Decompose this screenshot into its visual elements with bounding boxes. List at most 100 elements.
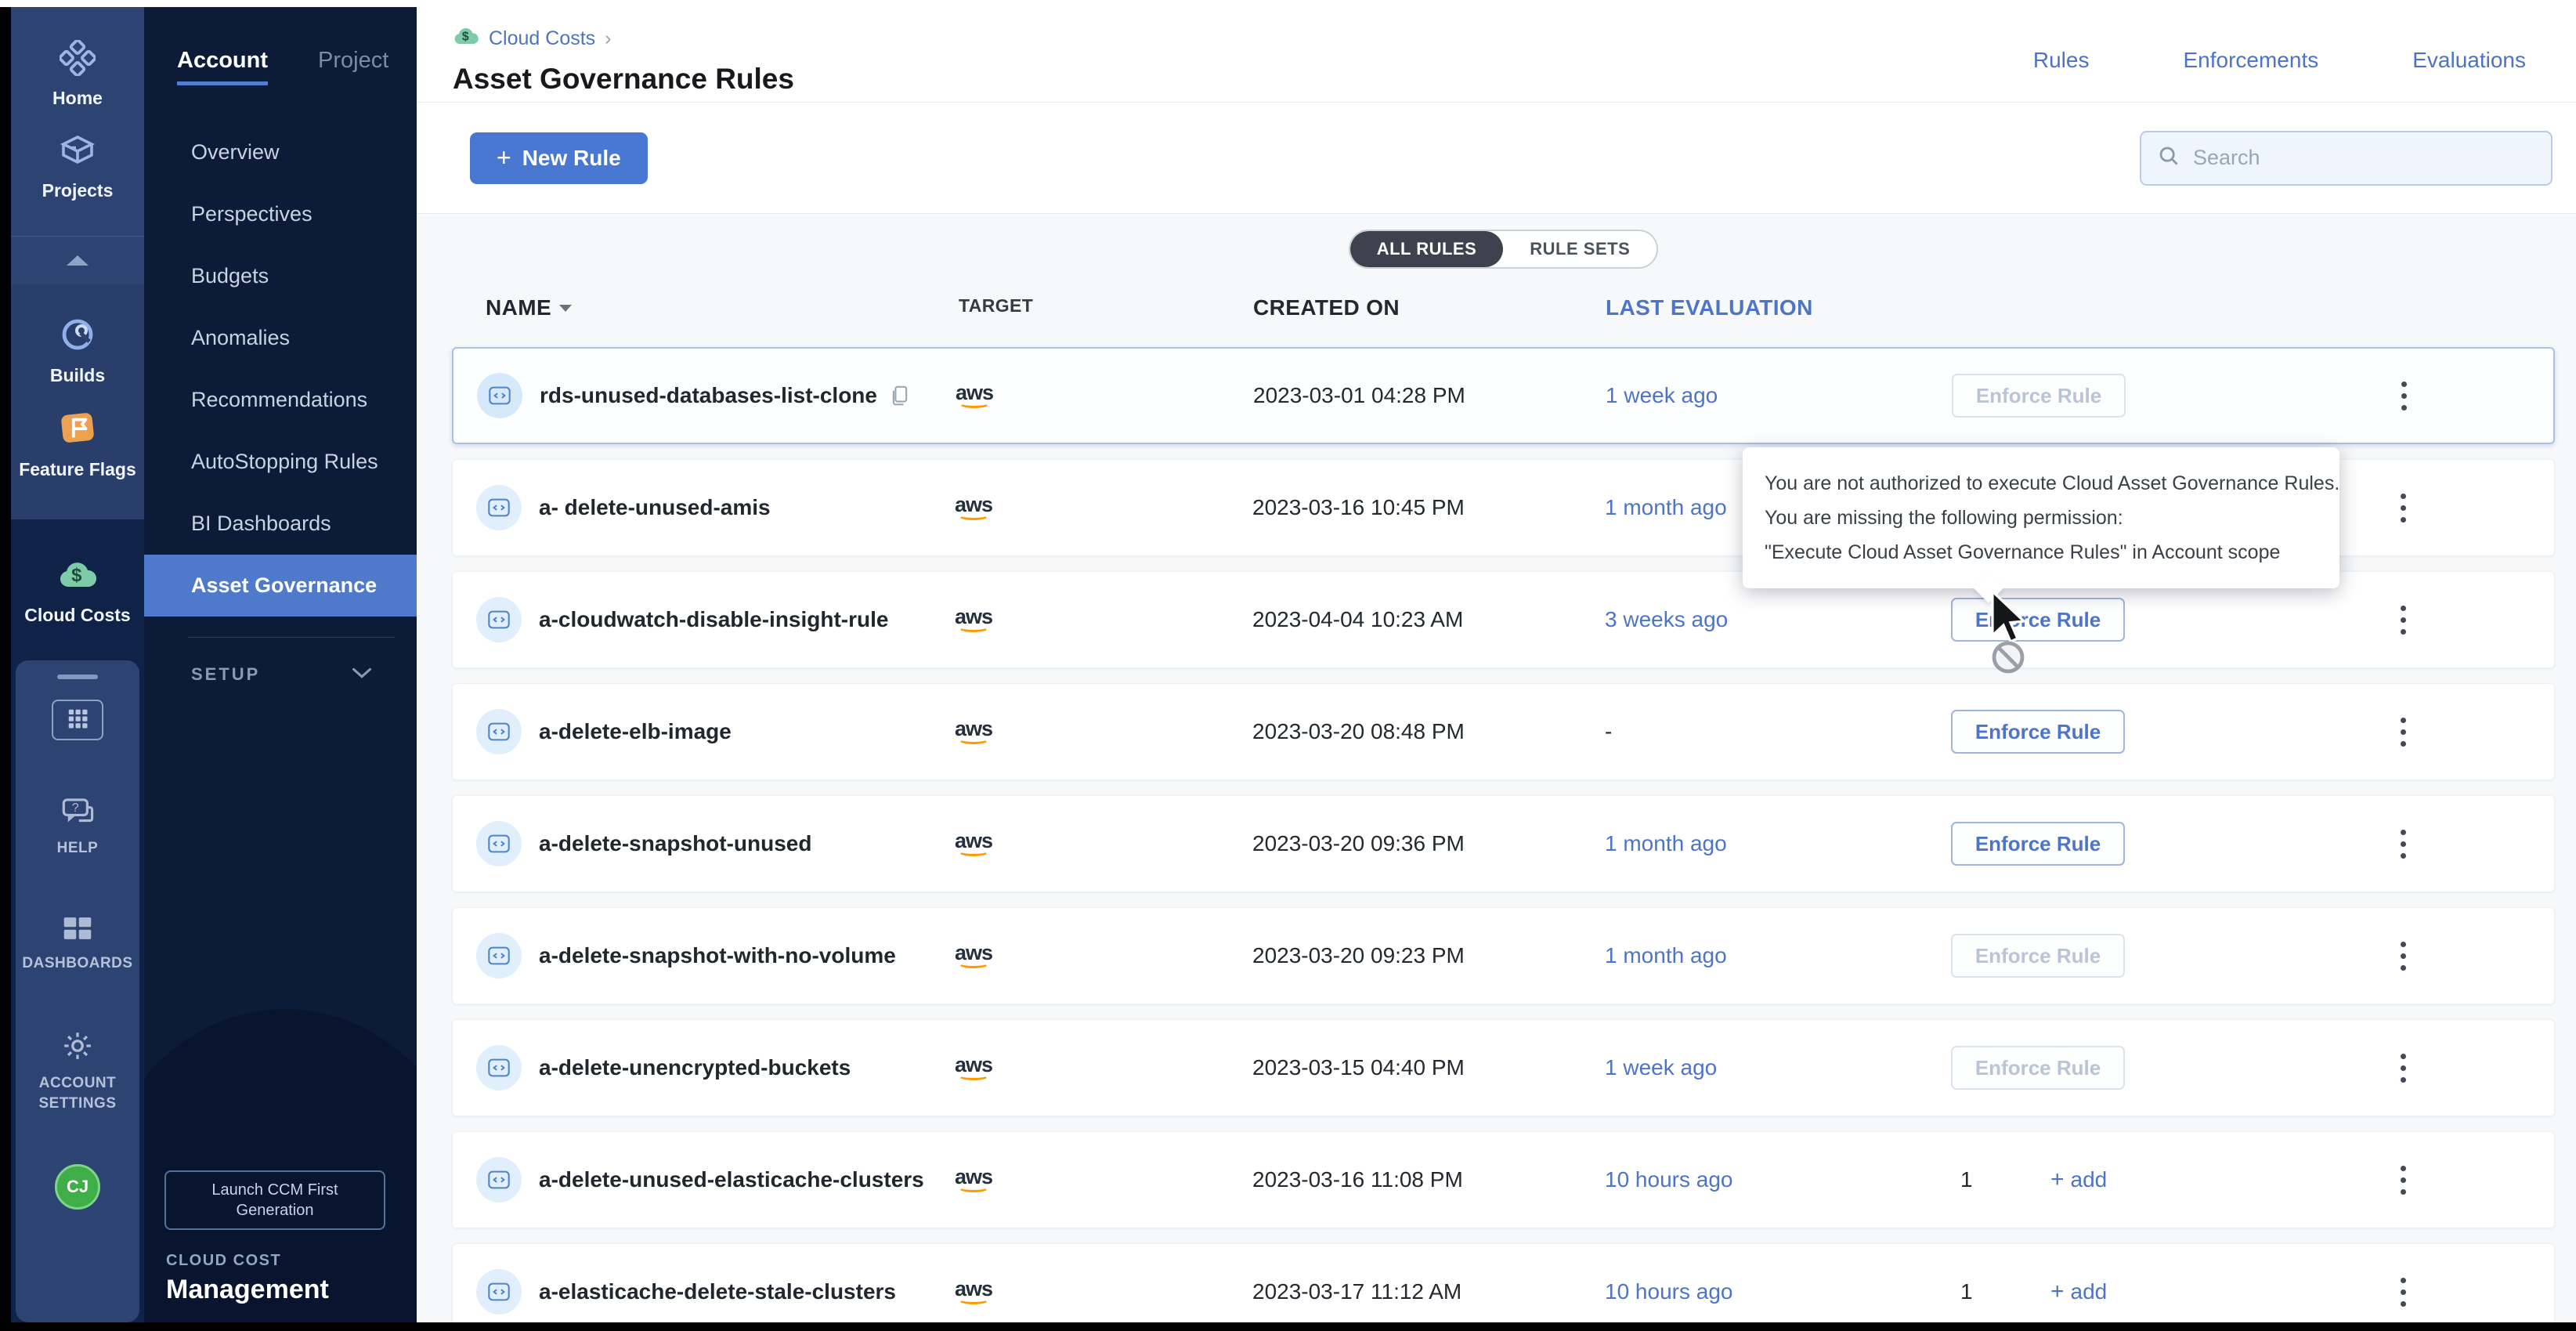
row-menu-button[interactable] (2386, 1155, 2420, 1205)
rule-name[interactable]: a-delete-elb-image (539, 719, 732, 744)
rule-name-text: a-delete-snapshot-unused (539, 831, 811, 856)
row-menu-button[interactable] (2386, 931, 2420, 981)
aws-target-logo: aws (955, 943, 992, 968)
sidebar-item-help[interactable]: ? HELP (57, 795, 99, 859)
enforce-rule-button[interactable]: Enforce Rule (1951, 598, 2125, 642)
last-evaluation-link[interactable]: 1 month ago (1605, 831, 1727, 856)
table-row[interactable]: a-delete-snapshot-with-no-volume aws 202… (452, 907, 2555, 1004)
row-menu-button[interactable] (2386, 1043, 2420, 1093)
sidebar-item-budgets[interactable]: Budgets (144, 245, 417, 307)
last-evaluation-link[interactable]: 10 hours ago (1605, 1167, 1732, 1192)
sidebar-item-setup[interactable]: SETUP (144, 638, 417, 685)
search-input[interactable] (2193, 146, 2535, 170)
toggle-rule-sets[interactable]: RULE SETS (1503, 231, 1657, 267)
module-sidebar: Account Project OverviewPerspectivesBudg… (144, 7, 417, 1322)
sidebar-item-asset-governance[interactable]: Asset Governance (144, 555, 417, 617)
breadcrumb-link[interactable]: Cloud Costs (489, 27, 595, 50)
sidebar-item-projects[interactable]: Projects (11, 120, 144, 212)
row-menu-button[interactable] (2386, 371, 2421, 421)
row-menu-button[interactable] (2386, 595, 2420, 645)
table-row[interactable]: a-elasticache-delete-stale-clusters aws … (452, 1243, 2555, 1322)
link-evaluations[interactable]: Evaluations (2412, 48, 2526, 102)
rule-name[interactable]: a-delete-unused-elasticache-clusters (539, 1167, 924, 1192)
app: Home Projects Builds (11, 7, 2576, 1322)
enforce-rule-button[interactable]: Enforce Rule (1951, 710, 2125, 754)
tab-account[interactable]: Account (177, 48, 268, 85)
add-enforcement-link[interactable]: +add (2050, 1166, 2107, 1193)
sidebar-item-anomalies[interactable]: Anomalies (144, 307, 417, 369)
sidebar-item-label: Builds (50, 365, 105, 386)
link-enforcements[interactable]: Enforcements (2183, 48, 2318, 102)
builds-icon (59, 316, 96, 357)
rule-name[interactable]: rds-unused-databases-list-clone (540, 383, 910, 408)
aws-smile (958, 959, 989, 968)
setup-label: SETUP (191, 664, 260, 685)
scope-tabs: Account Project (144, 7, 417, 85)
sidebar-item-dashboards[interactable]: DASHBOARDS (22, 913, 132, 974)
rule-name[interactable]: a-delete-snapshot-with-no-volume (539, 943, 896, 968)
copy-icon[interactable] (890, 384, 910, 407)
column-name[interactable]: NAME (486, 295, 572, 320)
svg-text:?: ? (72, 801, 79, 815)
aws-target-logo: aws (955, 831, 992, 856)
rail-collapse-button[interactable] (11, 236, 144, 284)
last-evaluation-link[interactable]: 1 week ago (1605, 1055, 1717, 1080)
last-evaluation-link[interactable]: 1 month ago (1605, 495, 1727, 520)
column-created-on: CREATED ON (1253, 295, 1400, 320)
sidebar-item-label: DASHBOARDS (22, 953, 132, 974)
add-enforcement-link[interactable]: +add (2050, 1279, 2107, 1305)
table-row[interactable]: a-delete-elb-image aws 2023-03-20 08:48 … (452, 683, 2555, 780)
rule-name[interactable]: a-delete-snapshot-unused (539, 831, 811, 856)
rule-name[interactable]: a-elasticache-delete-stale-clusters (539, 1279, 896, 1304)
sidebar-item-account-settings[interactable]: ACCOUNT SETTINGS (16, 1029, 139, 1114)
sidebar-item-autostopping-rules[interactable]: AutoStopping Rules (144, 431, 417, 493)
toggle-all-rules[interactable]: ALL RULES (1350, 231, 1504, 267)
link-rules[interactable]: Rules (2033, 48, 2090, 102)
rule-name-text: a-delete-unused-elasticache-clusters (539, 1167, 924, 1192)
column-target: TARGET (959, 295, 1033, 316)
rule-name[interactable]: a-cloudwatch-disable-insight-rule (539, 607, 888, 632)
rule-name-text: a-elasticache-delete-stale-clusters (539, 1279, 896, 1304)
sidebar-item-recommendations[interactable]: Recommendations (144, 369, 417, 431)
rule-icon (476, 709, 522, 754)
sidebar-item-feature-flags[interactable]: Feature Flags (11, 397, 144, 491)
rail-group-top: Home Projects (11, 7, 144, 236)
created-on-value: 2023-03-16 11:08 PM (1252, 1167, 1463, 1192)
tab-project[interactable]: Project (318, 48, 388, 85)
sidebar-item-bi-dashboards[interactable]: BI Dashboards (144, 493, 417, 555)
sidebar-item-overview[interactable]: Overview (144, 121, 417, 183)
row-menu-button[interactable] (2386, 1267, 2420, 1317)
rail-active-module: $ Cloud Costs (11, 519, 144, 660)
table-row[interactable]: a-delete-unencrypted-buckets aws 2023-03… (452, 1019, 2555, 1116)
enforce-rule-button: Enforce Rule (1952, 374, 2126, 418)
aws-target-logo: aws (955, 607, 992, 632)
last-evaluation-link[interactable]: 10 hours ago (1605, 1279, 1732, 1304)
row-menu-button[interactable] (2386, 707, 2420, 757)
module-launcher-button[interactable] (52, 700, 103, 740)
sidebar-item-cloud-costs[interactable]: $ Cloud Costs (11, 548, 144, 637)
last-evaluation-link[interactable]: 1 week ago (1606, 383, 1718, 408)
enforce-rule-button[interactable]: Enforce Rule (1951, 822, 2125, 866)
rule-name[interactable]: a-delete-unencrypted-buckets (539, 1055, 851, 1080)
table-row[interactable]: a-delete-unused-elasticache-clusters aws… (452, 1131, 2555, 1228)
sidebar-item-builds[interactable]: Builds (11, 305, 144, 397)
rule-icon (477, 373, 522, 418)
rule-name[interactable]: a- delete-unused-amis (539, 495, 771, 520)
new-rule-label: New Rule (522, 146, 621, 171)
plus-icon: + (497, 143, 511, 172)
new-rule-button[interactable]: + New Rule (470, 132, 648, 184)
aws-smile (959, 399, 990, 408)
rule-name-text: a-delete-unencrypted-buckets (539, 1055, 851, 1080)
row-menu-button[interactable] (2386, 483, 2420, 533)
last-evaluation-link[interactable]: 1 month ago (1605, 943, 1727, 968)
cloud-costs-icon: $ (57, 559, 98, 597)
drag-handle[interactable] (57, 675, 98, 679)
last-evaluation-link[interactable]: 3 weeks ago (1605, 607, 1728, 632)
table-row[interactable]: rds-unused-databases-list-clone aws 2023… (452, 347, 2555, 444)
launch-ccm-first-gen-button[interactable]: Launch CCM First Generation (164, 1170, 385, 1230)
row-menu-button[interactable] (2386, 819, 2420, 869)
sidebar-item-home[interactable]: Home (11, 29, 144, 120)
user-avatar[interactable]: CJ (55, 1164, 100, 1210)
table-row[interactable]: a-delete-snapshot-unused aws 2023-03-20 … (452, 795, 2555, 892)
sidebar-item-perspectives[interactable]: Perspectives (144, 183, 417, 245)
